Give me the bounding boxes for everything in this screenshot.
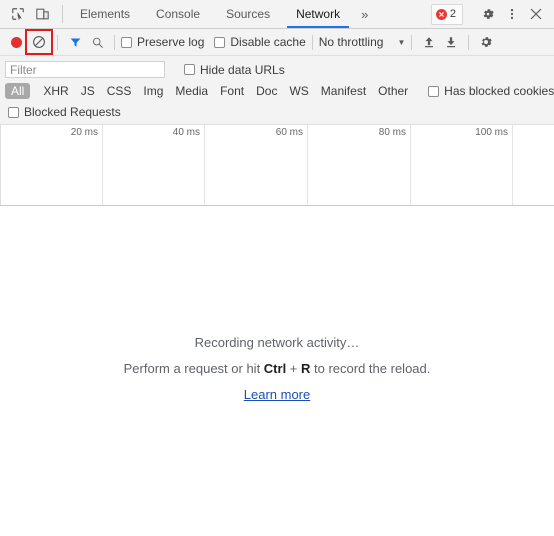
filter-input-row: Hide data URLs	[5, 59, 549, 80]
preserve-log-checkbox[interactable]: Preserve log	[121, 35, 204, 49]
filter-type-manifest[interactable]: Manifest	[315, 83, 372, 99]
overview-gridline	[307, 125, 308, 205]
network-toolbar: Preserve log Disable cache No throttling…	[0, 29, 554, 56]
overview-tick-label: 80 ms	[378, 127, 406, 138]
filter-type-xhr[interactable]: XHR	[37, 83, 74, 99]
close-icon[interactable]	[524, 2, 548, 26]
has-blocked-cookies-label: Has blocked cookies	[444, 84, 554, 98]
overview-gridline	[102, 125, 103, 205]
empty-state-hint: Perform a request or hit Ctrl + R to rec…	[124, 361, 431, 376]
tabbar-left-icons	[0, 0, 58, 28]
filter-type-css[interactable]: CSS	[101, 83, 138, 99]
tab-label: Network	[296, 7, 341, 21]
hide-data-urls-checkbox[interactable]: Hide data URLs	[184, 63, 285, 77]
filter-funnel-icon	[70, 37, 80, 47]
tab-label: Elements	[80, 7, 131, 21]
overview-tick-label: 20 ms	[70, 127, 98, 138]
network-overview-timeline[interactable]: 20 ms 40 ms 60 ms 80 ms 100 ms	[0, 125, 554, 206]
blocked-requests-label: Blocked Requests	[24, 105, 121, 119]
error-icon	[435, 8, 447, 20]
checkbox-box	[214, 36, 226, 48]
preserve-log-label: Preserve log	[137, 35, 205, 49]
gear-icon[interactable]	[476, 2, 500, 26]
toolbar-divider-3	[311, 34, 313, 50]
overview-gridline	[204, 125, 205, 205]
import-har-button[interactable]	[418, 32, 440, 52]
filter-type-media[interactable]: Media	[169, 83, 214, 99]
toolbar-divider-1	[57, 34, 58, 50]
filter-button[interactable]	[64, 32, 86, 52]
resource-type-filters: All XHR JS CSS Img Media Font Doc WS Man…	[5, 80, 554, 102]
export-har-icon	[447, 37, 456, 48]
tab-console[interactable]: Console	[143, 0, 213, 28]
filter-type-img[interactable]: Img	[137, 83, 169, 99]
tab-network[interactable]: Network	[283, 0, 353, 28]
error-count-badge[interactable]: 2	[430, 3, 463, 25]
filter-type-js[interactable]: JS	[75, 83, 101, 99]
tab-elements[interactable]: Elements	[67, 0, 143, 28]
overview-tick-label: 100 ms	[475, 127, 508, 138]
record-icon	[10, 36, 22, 48]
tab-label: Sources	[226, 7, 271, 21]
blocked-requests-checkbox[interactable]: Blocked Requests	[8, 105, 121, 119]
filter-type-ws[interactable]: WS	[283, 83, 314, 99]
tab-sources[interactable]: Sources	[213, 0, 283, 28]
devtools-tabbar: Elements Console Sources Network » 2	[0, 0, 554, 29]
checkbox-box	[184, 64, 195, 75]
checkbox-box	[428, 85, 440, 97]
more-tabs-label: »	[361, 6, 369, 22]
more-tabs-icon[interactable]: »	[353, 0, 376, 28]
tab-list: Elements Console Sources Network »	[67, 0, 431, 28]
hint-text-after: to record the reload.	[310, 360, 431, 376]
network-settings-button[interactable]	[475, 32, 497, 52]
record-button[interactable]	[5, 32, 27, 52]
toolbar-divider-2	[114, 34, 115, 50]
kebab-menu-icon[interactable]	[500, 2, 524, 26]
clear-button[interactable]	[25, 29, 53, 55]
clear-icon	[33, 36, 45, 48]
network-settings-gear-icon	[481, 37, 492, 47]
overview-gridline	[512, 125, 513, 205]
inspect-element-icon[interactable]	[6, 2, 30, 26]
search-icon	[92, 37, 103, 48]
tabbar-divider	[62, 5, 63, 23]
has-blocked-cookies-checkbox[interactable]: Has blocked cookies	[428, 84, 554, 98]
network-filter-bar: Hide data URLs All XHR JS CSS Img Media …	[0, 56, 554, 125]
overview-tick-label: 60 ms	[275, 127, 303, 138]
device-toolbar-icon[interactable]	[30, 2, 54, 26]
hint-text-before: Perform a request or hit	[123, 360, 264, 376]
filter-type-font[interactable]: Font	[214, 83, 250, 99]
throttling-value: No throttling	[318, 35, 384, 49]
overview-left-edge	[0, 125, 1, 205]
checkbox-box	[8, 106, 19, 118]
import-har-icon	[425, 37, 434, 48]
filter-type-doc[interactable]: Doc	[250, 83, 283, 99]
filter-type-all[interactable]: All	[5, 83, 31, 99]
hint-key-r: R	[301, 360, 311, 376]
chevron-down-icon: ▼	[397, 37, 406, 47]
checkbox-box	[121, 36, 132, 48]
search-button[interactable]	[86, 32, 108, 52]
tabbar-right-controls: 2	[430, 0, 554, 28]
export-har-button[interactable]	[440, 32, 462, 52]
recording-status-text: Recording network activity…	[194, 334, 360, 350]
hide-data-urls-label: Hide data URLs	[200, 62, 285, 77]
overview-gridline	[410, 125, 411, 205]
learn-more-link[interactable]: Learn more	[244, 387, 310, 402]
error-count-label: 2	[449, 7, 456, 20]
tab-label: Console	[156, 7, 201, 21]
overview-tick-label: 40 ms	[172, 127, 200, 138]
disable-cache-label: Disable cache	[230, 35, 306, 49]
throttling-dropdown[interactable]: No throttling ▼	[319, 35, 406, 49]
disable-cache-checkbox[interactable]: Disable cache	[214, 35, 306, 49]
blocked-requests-row: Blocked Requests	[5, 102, 549, 122]
devtools-panel: Elements Console Sources Network » 2 Pre…	[0, 0, 554, 536]
filter-input[interactable]	[5, 61, 165, 78]
empty-state-panel: Recording network activity… Perform a re…	[0, 206, 554, 536]
filter-type-other[interactable]: Other	[372, 83, 414, 99]
toolbar-divider-4	[411, 34, 413, 50]
toolbar-divider-5	[468, 34, 470, 50]
hint-plus: +	[286, 360, 302, 376]
hint-key-ctrl: Ctrl	[263, 360, 287, 376]
